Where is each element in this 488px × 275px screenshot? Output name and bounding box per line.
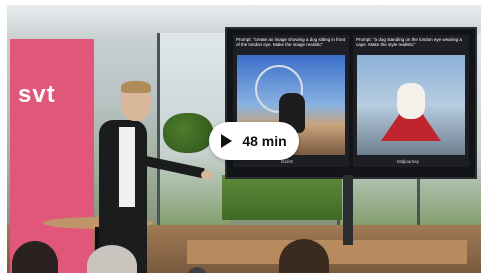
slide-prompt-right: Prompt: "a dog standing on the london ey…: [356, 37, 462, 47]
video-thumbnail[interactable]: svt Prompt: "create an image showing a d…: [0, 0, 488, 275]
play-duration-button[interactable]: 48 min: [209, 122, 299, 160]
presenter-hand: [201, 171, 213, 179]
video-still: svt Prompt: "create an image showing a d…: [7, 5, 481, 273]
outdoor-lawn: [222, 175, 342, 220]
slide-prompt-left: Prompt: "create an image showing a dog s…: [236, 37, 346, 47]
plant: [163, 113, 213, 153]
presenter-hair: [121, 81, 151, 93]
video-duration: 48 min: [242, 133, 287, 149]
play-icon: [221, 134, 233, 148]
monitor-stand: [343, 175, 353, 245]
slide-panel-right: Prompt: "a dog standing on the london ey…: [353, 35, 469, 167]
svt-banner: svt: [10, 39, 94, 273]
slide-caption-right: Midjourney: [397, 159, 420, 164]
banner-logo-text: svt: [18, 81, 56, 108]
presenter-shirt: [119, 127, 135, 207]
white-dog: [397, 83, 425, 119]
midjourney-dog-image: [357, 55, 465, 155]
